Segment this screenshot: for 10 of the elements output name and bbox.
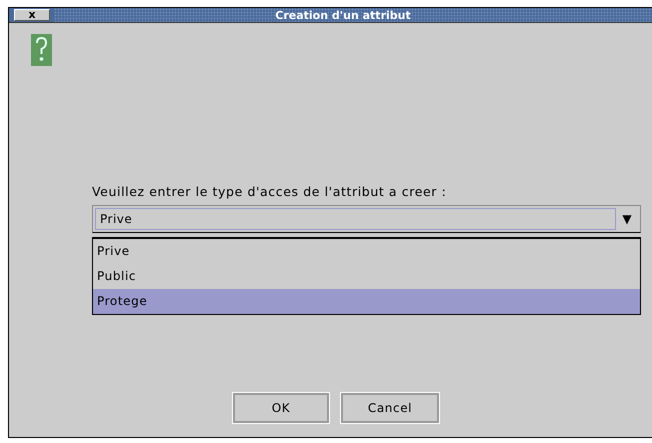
dropdown-option[interactable]: Prive: [93, 239, 640, 264]
access-type-dropdown[interactable]: Prive ▼: [92, 205, 641, 233]
dialog-button[interactable]: OK: [233, 393, 329, 423]
dialog-button[interactable]: Cancel: [341, 393, 439, 423]
window-title: Creation d'un attribut: [54, 8, 652, 22]
dropdown-option[interactable]: Public: [93, 264, 640, 289]
dropdown-option[interactable]: Protege: [93, 289, 640, 314]
close-button[interactable]: x: [14, 9, 50, 21]
help-icon: [31, 34, 52, 66]
prompt-label: Veuillez entrer le type d'acces de l'attribut a creer :: [92, 184, 448, 199]
